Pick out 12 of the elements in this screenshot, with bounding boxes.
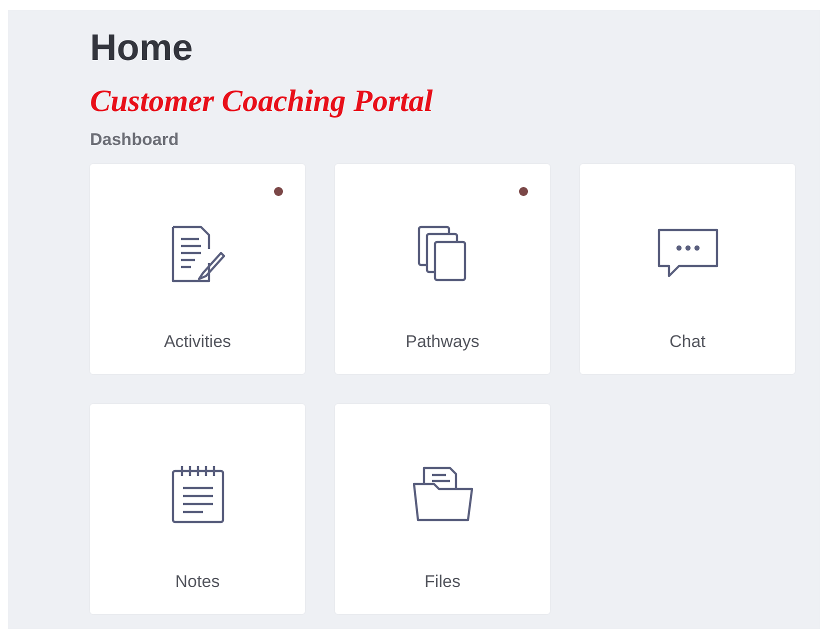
pages-stack-icon	[416, 225, 468, 283]
section-label: Dashboard	[90, 130, 180, 150]
dashboard-tile[interactable]: Pathways	[335, 164, 550, 374]
dashboard-tile[interactable]: Activities	[90, 164, 305, 374]
chat-bubble-icon	[656, 228, 718, 280]
notepad-icon	[170, 464, 224, 524]
folder-icon	[412, 466, 474, 522]
dashboard-tile[interactable]: Chat	[580, 164, 795, 374]
dashboard-tile[interactable]: Notes	[90, 404, 305, 614]
dashboard-tile[interactable]: Files	[335, 404, 550, 614]
page-title: Home	[90, 28, 194, 68]
portal-subtitle: Customer Coaching Portal	[90, 84, 434, 118]
